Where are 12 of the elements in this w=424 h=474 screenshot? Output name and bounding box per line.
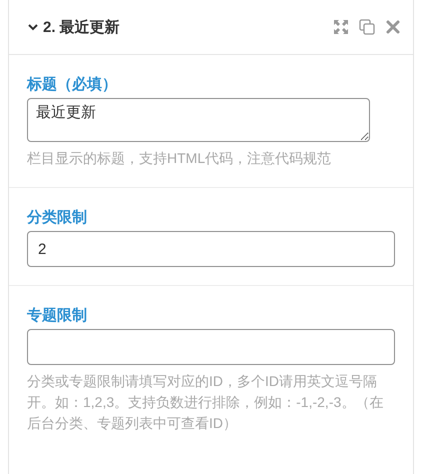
widget-title: 2. 最近更新	[43, 18, 121, 36]
field-label: 标题（必填）	[27, 75, 118, 94]
input-field[interactable]	[27, 329, 395, 365]
expand-icon[interactable]	[333, 19, 349, 35]
help-text: 分类或专题限制请填写对应的ID，多个ID请用英文逗号隔开。如：1,2,3。支持负数进行排除，例如：-1,-2,-3。（在后台分类、专题列表中可查看ID）	[27, 372, 384, 433]
help-text: 栏目显示的标题，支持HTML代码，注意代码规范	[27, 149, 332, 168]
field-label: 分类限制	[27, 208, 88, 227]
textarea-field[interactable]: 最近更新	[27, 98, 370, 142]
close-icon[interactable]	[385, 19, 401, 35]
copy-icon[interactable]	[359, 19, 375, 35]
field-label: 专题限制	[27, 306, 88, 325]
input-field[interactable]: 2	[27, 231, 395, 267]
